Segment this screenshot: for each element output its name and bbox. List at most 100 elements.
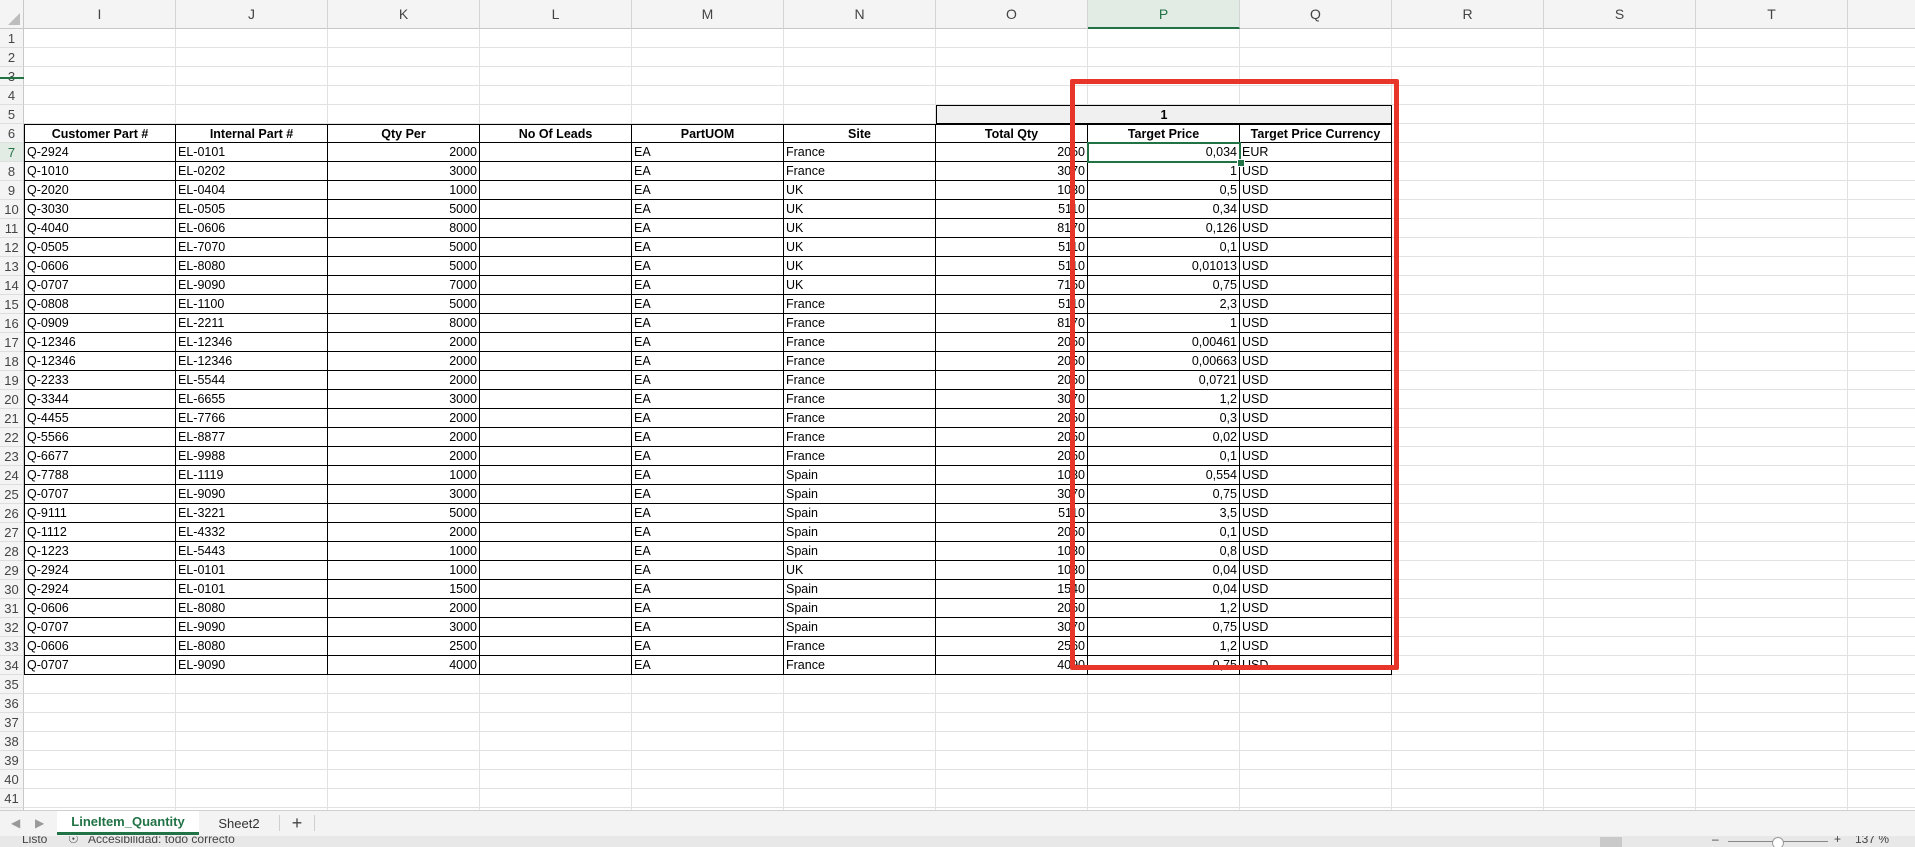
table-cell[interactable] (480, 409, 632, 428)
table-cell[interactable]: Q-1010 (24, 162, 176, 181)
table-cell[interactable]: EA (632, 143, 784, 162)
table-cell[interactable]: Q-0808 (24, 295, 176, 314)
table-cell[interactable]: Q-4040 (24, 219, 176, 238)
table-cell[interactable]: 0,75 (1088, 276, 1240, 295)
table-cell[interactable]: France (784, 352, 936, 371)
table-cell[interactable]: 0,1 (1088, 238, 1240, 257)
table-cell[interactable]: EL-5443 (176, 542, 328, 561)
table-cell[interactable]: 1030 (936, 542, 1088, 561)
table-cell[interactable] (480, 466, 632, 485)
row-header-19[interactable]: 19 (0, 371, 24, 390)
table-cell[interactable]: EUR (1240, 143, 1392, 162)
row-header-12[interactable]: 12 (0, 238, 24, 257)
column-header-o[interactable]: O (936, 0, 1088, 29)
table-cell[interactable]: 2500 (328, 637, 480, 656)
table-cell[interactable]: EL-0505 (176, 200, 328, 219)
table-cell[interactable]: 1,2 (1088, 390, 1240, 409)
table-cell[interactable]: Q-0707 (24, 656, 176, 675)
table-cell[interactable]: 5000 (328, 295, 480, 314)
table-cell[interactable]: USD (1240, 580, 1392, 599)
table-cell[interactable]: 0,75 (1088, 656, 1240, 675)
table-cell[interactable]: EL-6655 (176, 390, 328, 409)
header-qty-per[interactable]: Qty Per (328, 124, 480, 143)
table-cell[interactable]: 3000 (328, 162, 480, 181)
header-site[interactable]: Site (784, 124, 936, 143)
column-header-l[interactable]: L (480, 0, 632, 29)
row-header-13[interactable]: 13 (0, 257, 24, 276)
table-cell[interactable]: Q-5566 (24, 428, 176, 447)
table-cell[interactable]: EL-8877 (176, 428, 328, 447)
table-cell[interactable]: EA (632, 428, 784, 447)
table-cell[interactable]: Spain (784, 504, 936, 523)
table-cell[interactable]: 2050 (936, 143, 1088, 162)
table-cell[interactable] (480, 485, 632, 504)
table-cell[interactable]: EL-8080 (176, 637, 328, 656)
table-cell[interactable]: EL-0202 (176, 162, 328, 181)
table-cell[interactable]: Q-1223 (24, 542, 176, 561)
table-cell[interactable]: Q-0606 (24, 637, 176, 656)
zoom-slider-knob[interactable] (1772, 837, 1784, 847)
row-header-38[interactable]: 38 (0, 732, 24, 751)
row-header-41[interactable]: 41 (0, 789, 24, 808)
header-part-uom[interactable]: PartUOM (632, 124, 784, 143)
table-cell[interactable]: Q-0707 (24, 618, 176, 637)
table-cell[interactable]: 8170 (936, 314, 1088, 333)
table-cell[interactable]: 3,5 (1088, 504, 1240, 523)
table-cell[interactable]: USD (1240, 599, 1392, 618)
table-cell[interactable]: USD (1240, 219, 1392, 238)
table-cell[interactable]: 3000 (328, 618, 480, 637)
table-cell[interactable]: 5110 (936, 257, 1088, 276)
sheet-tab-sheet2[interactable]: Sheet2 (199, 811, 279, 835)
table-cell[interactable]: Q-2233 (24, 371, 176, 390)
column-header-t[interactable]: T (1696, 0, 1848, 29)
table-cell[interactable] (480, 542, 632, 561)
row-header-25[interactable]: 25 (0, 485, 24, 504)
table-cell[interactable] (480, 599, 632, 618)
table-cell[interactable] (480, 162, 632, 181)
table-cell[interactable]: EA (632, 200, 784, 219)
row-header-34[interactable]: 34 (0, 656, 24, 675)
column-header-r[interactable]: R (1392, 0, 1544, 29)
row-header-18[interactable]: 18 (0, 352, 24, 371)
table-cell[interactable]: Q-6677 (24, 447, 176, 466)
table-cell[interactable]: Q-2924 (24, 561, 176, 580)
table-cell[interactable]: EL-0101 (176, 561, 328, 580)
column-header-u[interactable]: U (1848, 0, 1915, 29)
table-cell[interactable] (480, 523, 632, 542)
row-header-20[interactable]: 20 (0, 390, 24, 409)
table-cell[interactable] (480, 504, 632, 523)
table-cell[interactable]: 4000 (328, 656, 480, 675)
table-cell[interactable]: 2000 (328, 333, 480, 352)
sheet-tab-lineitem-quantity[interactable]: LineItem_Quantity (57, 811, 199, 835)
table-cell[interactable]: 1000 (328, 181, 480, 200)
table-cell[interactable]: 0,5 (1088, 181, 1240, 200)
table-cell[interactable]: USD (1240, 371, 1392, 390)
table-cell[interactable]: 2000 (328, 523, 480, 542)
table-cell[interactable]: EA (632, 409, 784, 428)
table-cell[interactable]: USD (1240, 561, 1392, 580)
table-cell[interactable] (480, 200, 632, 219)
table-cell[interactable]: USD (1240, 504, 1392, 523)
table-cell[interactable]: EA (632, 523, 784, 542)
table-cell[interactable]: EL-0404 (176, 181, 328, 200)
table-cell[interactable]: 3070 (936, 390, 1088, 409)
status-accessibility[interactable]: Accesibilidad: todo correcto (88, 836, 235, 846)
table-cell[interactable]: 0,01013 (1088, 257, 1240, 276)
table-cell[interactable]: USD (1240, 409, 1392, 428)
column-header-p[interactable]: P (1088, 0, 1240, 29)
row-header-30[interactable]: 30 (0, 580, 24, 599)
table-cell[interactable]: 5000 (328, 238, 480, 257)
table-cell[interactable]: Q-0707 (24, 276, 176, 295)
table-cell[interactable]: 2000 (328, 371, 480, 390)
table-cell[interactable]: 5110 (936, 238, 1088, 257)
table-cell[interactable]: 0,1 (1088, 523, 1240, 542)
table-cell[interactable]: EL-9090 (176, 276, 328, 295)
table-cell[interactable] (480, 276, 632, 295)
table-cell[interactable]: Spain (784, 542, 936, 561)
table-cell[interactable]: France (784, 371, 936, 390)
table-cell[interactable]: USD (1240, 238, 1392, 257)
table-cell[interactable]: EA (632, 219, 784, 238)
table-cell[interactable]: 1,2 (1088, 637, 1240, 656)
table-cell[interactable]: EL-3221 (176, 504, 328, 523)
table-cell[interactable]: 1000 (328, 466, 480, 485)
